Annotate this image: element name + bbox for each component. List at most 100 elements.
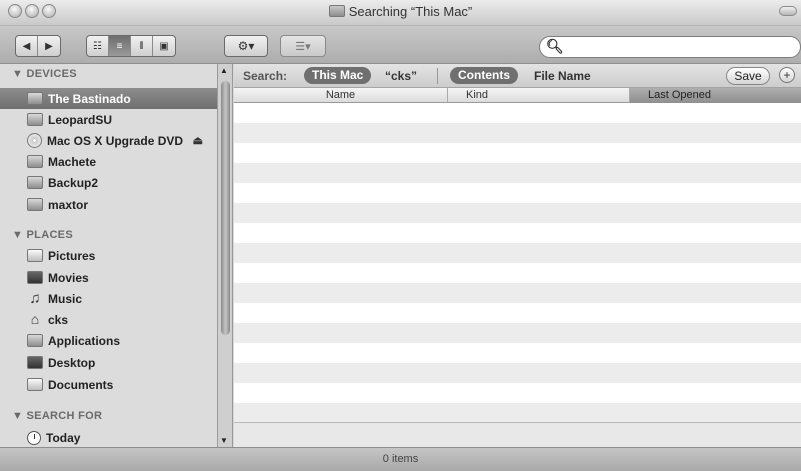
sidebar-item-backup2[interactable]: Backup2 bbox=[0, 172, 217, 193]
search-contents-button[interactable]: Contents bbox=[450, 67, 518, 84]
action-menu-button[interactable]: ⚙▾ bbox=[224, 35, 268, 57]
sidebar-item-label: Movies bbox=[48, 270, 89, 285]
arrange-menu-button[interactable]: ☰▾ bbox=[280, 35, 326, 57]
cover-flow-button[interactable]: ▣ bbox=[153, 36, 175, 56]
sidebar-item-label: LeopardSU bbox=[48, 112, 113, 127]
scroll-down-arrow-icon[interactable]: ▼ bbox=[220, 436, 228, 445]
scrollbar-thumb[interactable] bbox=[221, 81, 230, 335]
sidebar-item-label: Pictures bbox=[48, 248, 96, 263]
sidebar-item-label: The Bastinado bbox=[48, 91, 131, 106]
status-bar: 0 items bbox=[0, 447, 801, 471]
sidebar-item-label: Music bbox=[48, 291, 83, 306]
hard-drive-icon bbox=[27, 92, 43, 105]
icon-view-button[interactable]: ☷ bbox=[87, 36, 109, 56]
documents-icon bbox=[27, 378, 43, 391]
list-view-button[interactable]: ≡ bbox=[109, 36, 131, 56]
sidebar-item-label: Documents bbox=[48, 377, 114, 392]
applications-folder-icon bbox=[27, 334, 43, 347]
arrange-icon: ☰▾ bbox=[295, 40, 311, 53]
empty-row bbox=[234, 303, 801, 323]
results-list[interactable] bbox=[234, 103, 801, 422]
sidebar-item-label: Machete bbox=[48, 154, 97, 169]
sidebar-item-today[interactable]: Today bbox=[0, 427, 217, 447]
empty-row bbox=[234, 103, 801, 123]
sidebar-scrollbar[interactable]: ▲ ▼ bbox=[218, 64, 233, 447]
hard-drive-icon bbox=[27, 198, 43, 211]
gear-icon: ⚙▾ bbox=[237, 39, 255, 53]
movies-folder-icon bbox=[27, 271, 43, 284]
column-view-button[interactable]: ⫴ bbox=[131, 36, 153, 56]
hard-drive-icon bbox=[27, 176, 43, 189]
column-headers: Name Kind Last Opened bbox=[234, 88, 801, 103]
window-title: Searching “This Mac” bbox=[348, 4, 473, 19]
sidebar-header-devices[interactable]: ▼ DEVICES bbox=[12, 68, 77, 80]
sidebar-item-desktop[interactable]: Desktop bbox=[0, 352, 217, 373]
forward-button[interactable]: ▶ bbox=[38, 36, 60, 56]
empty-row bbox=[234, 143, 801, 163]
empty-row bbox=[234, 223, 801, 243]
hard-drive-icon bbox=[27, 155, 43, 168]
empty-row bbox=[234, 363, 801, 383]
icon-view-icon: ☷ bbox=[93, 40, 102, 52]
scope-cks-button[interactable]: “cks” bbox=[385, 69, 417, 83]
empty-row bbox=[234, 343, 801, 363]
sidebar-item-label: Applications bbox=[48, 333, 121, 348]
sidebar-item-label: cks bbox=[48, 312, 69, 327]
sidebar-item-documents[interactable]: Documents bbox=[0, 374, 217, 395]
horizontal-scrollbar[interactable] bbox=[234, 422, 801, 447]
sidebar-item-pictures[interactable]: Pictures bbox=[0, 245, 217, 266]
back-arrow-icon: ◀ bbox=[22, 40, 31, 52]
window-title-area: Searching “This Mac” bbox=[0, 4, 801, 19]
sidebar-item-maxtor[interactable]: maxtor bbox=[0, 194, 217, 215]
search-input[interactable] bbox=[564, 39, 784, 55]
search-folder-icon bbox=[328, 5, 345, 17]
column-header-name[interactable]: Name bbox=[234, 88, 448, 103]
empty-row bbox=[234, 323, 801, 343]
desktop-icon bbox=[27, 356, 43, 369]
empty-row bbox=[234, 163, 801, 183]
empty-row bbox=[234, 403, 801, 422]
sidebar-item-leopardsu[interactable]: LeopardSU bbox=[0, 109, 217, 130]
sidebar-item-label: Backup2 bbox=[48, 175, 99, 190]
sidebar-header-search-for[interactable]: ▼ SEARCH FOR bbox=[12, 410, 102, 422]
navigation-segment: ◀ ▶ bbox=[15, 35, 61, 57]
sidebar-item-label: Desktop bbox=[48, 355, 96, 370]
search-field[interactable]: 🔍︎ bbox=[539, 36, 801, 58]
empty-row bbox=[234, 263, 801, 283]
scope-divider bbox=[437, 68, 438, 84]
search-icon: 🔍︎ bbox=[546, 38, 564, 54]
sidebar: ▼ DEVICES The Bastinado LeopardSU Mac OS… bbox=[0, 64, 218, 447]
search-file-name-button[interactable]: File Name bbox=[534, 69, 591, 83]
back-button[interactable]: ◀ bbox=[16, 36, 38, 56]
sidebar-item-applications[interactable]: Applications bbox=[0, 330, 217, 351]
sidebar-header-places[interactable]: ▼ PLACES bbox=[12, 229, 73, 241]
column-header-last-opened[interactable]: Last Opened bbox=[630, 88, 801, 103]
empty-row bbox=[234, 123, 801, 143]
sidebar-item-music[interactable]: ♫ Music bbox=[0, 288, 217, 309]
sidebar-item-movies[interactable]: Movies bbox=[0, 267, 217, 288]
save-search-button[interactable]: Save bbox=[726, 67, 770, 85]
music-icon: ♫ bbox=[29, 290, 41, 307]
view-mode-segment: ☷ ≡ ⫴ ▣ bbox=[86, 35, 176, 57]
column-header-kind[interactable]: Kind bbox=[448, 88, 630, 103]
sidebar-item-cks[interactable]: ⌂ cks bbox=[0, 309, 217, 330]
add-criteria-button[interactable]: + bbox=[779, 67, 795, 83]
hard-drive-icon bbox=[27, 113, 43, 126]
cover-flow-icon: ▣ bbox=[159, 40, 169, 52]
toolbar: ◀ ▶ ☷ ≡ ⫴ ▣ ⚙▾ ☰▾ 🔍︎ bbox=[0, 26, 801, 64]
empty-row bbox=[234, 383, 801, 403]
clock-icon bbox=[27, 430, 41, 445]
list-view-icon: ≡ bbox=[116, 40, 123, 52]
pictures-folder-icon bbox=[27, 249, 43, 262]
scroll-up-arrow-icon[interactable]: ▲ bbox=[220, 66, 228, 75]
toolbar-toggle-button[interactable] bbox=[779, 6, 797, 16]
search-label: Search: bbox=[243, 69, 288, 83]
home-icon: ⌂ bbox=[30, 311, 40, 327]
sidebar-item-the-bastinado[interactable]: The Bastinado bbox=[0, 88, 217, 109]
empty-row bbox=[234, 203, 801, 223]
sidebar-item-mac-os-x-upgrade-dvd[interactable]: Mac OS X Upgrade DVD ⏏ bbox=[0, 130, 217, 151]
scope-this-mac-button[interactable]: This Mac bbox=[304, 67, 372, 84]
column-view-icon: ⫴ bbox=[139, 40, 144, 52]
sidebar-item-machete[interactable]: Machete bbox=[0, 151, 217, 172]
eject-icon[interactable]: ⏏ bbox=[193, 134, 203, 147]
